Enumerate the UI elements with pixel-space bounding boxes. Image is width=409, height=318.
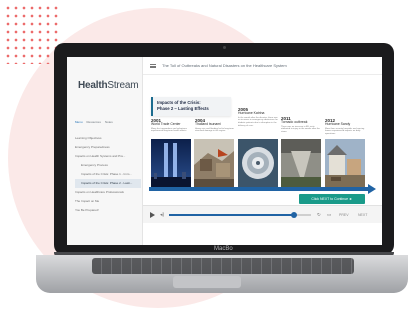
world-trade-center-photo <box>151 139 191 187</box>
laptop-trackpad <box>173 276 241 288</box>
media-player-bar: ◂) ↻ ▭ PREV NEXT <box>143 205 382 223</box>
sidebar-item[interactable]: Impacts on Health Systems and Pra... <box>75 152 141 161</box>
sidebar-item[interactable]: Impacts of the Crisis: Phase 2 - Lasti..… <box>75 179 141 188</box>
captions-icon[interactable]: ▭ <box>327 212 331 218</box>
hamburger-menu-icon[interactable] <box>150 64 156 68</box>
tab-resources[interactable]: Resources <box>87 120 101 124</box>
sidebar-tabs: Menu Resources Notes <box>75 120 113 124</box>
play-icon[interactable] <box>150 212 155 218</box>
timeline-event-2004: 2004 Thailand tsunami Heavy rain and flo… <box>195 118 234 133</box>
timeline-event-2011: 2011 Tornado outbreak There was an incre… <box>281 116 320 133</box>
sidebar-item[interactable]: Impacts of the Crisis: Phase 1 - Imm... <box>75 170 141 179</box>
seek-bar-handle[interactable] <box>290 212 297 218</box>
sidebar-item[interactable]: The Impact on Me <box>75 197 141 206</box>
laptop-brand-label: MacBo <box>214 246 233 252</box>
replay-icon[interactable]: ↻ <box>317 212 321 218</box>
camera-icon <box>223 46 226 49</box>
timeline-event-2001: 2001 World Trade Center Many first respo… <box>151 118 187 133</box>
sidebar-item[interactable]: Learning Objectives <box>75 134 141 143</box>
sidebar-item[interactable]: You Be Prepared! <box>75 206 141 215</box>
slide-content: Impacts of the Crisis: Phase 2 – Lasting… <box>143 93 382 203</box>
timeline-event-2005: 2005 Hurricane Katrina In the month afte… <box>238 107 278 127</box>
hurricane-sandy-photo <box>325 139 365 187</box>
volume-icon[interactable]: ◂) <box>160 212 164 218</box>
timeline-event-2012: 2012 Hurricane Sandy More than seventy h… <box>325 118 365 135</box>
sidebar-menu: Learning Objectives Emergency Preparednes… <box>75 134 141 215</box>
tab-menu[interactable]: Menu <box>75 120 83 124</box>
next-continue-button[interactable]: Click NEXT to Continue ► <box>299 194 365 204</box>
slide-title: Impacts of the Crisis: Phase 2 – Lasting… <box>151 97 231 116</box>
seek-bar[interactable] <box>169 212 311 218</box>
next-button[interactable]: NEXT <box>358 213 367 217</box>
seek-bar-progress <box>169 214 294 216</box>
tab-notes[interactable]: Notes <box>105 120 113 124</box>
timeline-bar <box>149 187 369 191</box>
slide-title-line-2: Phase 2 – Lasting Effects <box>157 105 209 111</box>
sidebar: HealthStream Menu Resources Notes Learni… <box>67 57 143 245</box>
sidebar-item[interactable]: Emergency Preparedness <box>75 143 141 152</box>
course-title: The Toll of Outbreaks and Natural Disast… <box>162 63 287 68</box>
tsunami-damage-photo <box>194 139 234 187</box>
hurricane-satellite-photo <box>238 139 278 187</box>
prev-button[interactable]: PREV <box>339 213 349 217</box>
laptop-keyboard <box>92 258 354 274</box>
laptop-screen: HealthStream Menu Resources Notes Learni… <box>67 57 382 245</box>
sidebar-item[interactable]: Emergency Process <box>75 161 141 170</box>
header-bar: The Toll of Outbreaks and Natural Disast… <box>143 57 382 75</box>
healthstream-logo: HealthStream <box>78 80 139 91</box>
sidebar-item[interactable]: Impacts on Healthcare Professionals <box>75 188 141 197</box>
tornado-photo <box>281 139 321 187</box>
timeline-arrow-icon <box>368 184 376 194</box>
